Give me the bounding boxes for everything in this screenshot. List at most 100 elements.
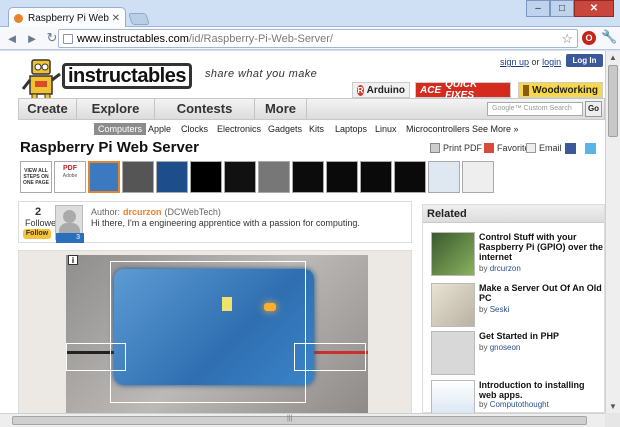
step-thumb-4[interactable] [224,161,256,193]
step-thumb-11[interactable] [462,161,494,193]
related-author: by drcurzon [479,264,521,273]
tagline: share what you make [205,68,318,80]
avatar[interactable]: 3 [55,205,84,243]
category-apple[interactable]: Apple [148,124,171,134]
minimize-button[interactable]: – [526,0,550,17]
email-label: Email [539,143,562,153]
step-thumb-10[interactable] [428,161,460,193]
address-bar[interactable]: www.instructables.com /id/Raspberry-Pi-W… [58,29,578,48]
category-computers[interactable]: Computers [94,123,147,135]
related-title[interactable]: Get Started in PHP [479,331,604,341]
image-note-box[interactable] [110,261,306,403]
category-clocks[interactable]: Clocks [181,124,208,134]
maximize-button[interactable]: □ [550,0,574,17]
step-thumb-intro[interactable] [88,161,120,193]
related-thumb[interactable] [431,380,475,413]
search-input[interactable]: Google™ Custom Search [487,102,583,116]
print-pdf-action[interactable]: Print PDF [430,143,482,153]
step-thumb-2[interactable] [156,161,188,193]
related-author: by Seski [479,305,510,314]
partner-arduino[interactable]: R Arduino [352,82,410,98]
related-heading: Related [423,205,604,223]
related-author: by Computothought [479,400,549,409]
twitter-share-icon[interactable] [585,143,599,154]
pdf-label: PDF [63,165,77,172]
horizontal-scroll-thumb[interactable] [12,416,587,425]
author-box: 2 Followers Follow 3 Author: drcurzon (DCW… [18,201,412,243]
nav-contests[interactable]: Contests [155,99,255,119]
scroll-grip-icon: ||| [287,415,293,422]
step-thumb-7[interactable] [326,161,358,193]
instructables-logo[interactable]: instructables [62,63,192,89]
category-kits[interactable]: Kits [309,124,324,134]
category-laptops[interactable]: Laptops [335,124,367,134]
step-thumb-9[interactable] [394,161,426,193]
step-thumb-8[interactable] [360,161,392,193]
browser-toolbar: ◄ ► ↻ www.instructables.com /id/Raspberr… [0,27,620,50]
close-tab-icon[interactable]: ✕ [112,13,120,24]
email-action[interactable]: Email [526,143,562,153]
nav-create[interactable]: Create [19,99,77,119]
partner-woodworking[interactable]: Woodworking [518,82,603,98]
follow-button[interactable]: Follow [23,229,51,239]
related-title[interactable]: Introduction to installing web apps. [479,380,604,400]
related-title[interactable]: Make a Server Out Of An Old PC [479,283,604,303]
facebook-share-icon[interactable] [565,143,579,154]
new-tab-button[interactable] [128,13,150,25]
facebook-login-button[interactable]: Log In [566,54,603,67]
back-arrow-icon[interactable]: ◄ [4,31,20,46]
step-thumb-3[interactable] [190,161,222,193]
forward-arrow-icon[interactable]: ► [24,31,40,46]
horizontal-scrollbar[interactable]: ||| [0,413,605,427]
wrench-menu-icon[interactable]: 🔧 [601,29,617,45]
scroll-up-arrow-icon[interactable]: ▲ [609,53,617,62]
woodworking-logo-icon [523,84,530,96]
url-path: /id/Raspberry-Pi-Web-Server/ [188,32,333,45]
favorite-action[interactable]: Favorite [484,143,530,153]
view-all-steps-button[interactable]: VIEW ALL STEPS ON ONE PAGE [20,161,52,193]
close-window-button[interactable]: ✕ [574,0,614,17]
category-electronics[interactable]: Electronics [217,124,261,134]
author-line: Author: drcurzon (DCWebTech) [91,207,221,217]
category-see-more[interactable]: See More » [472,124,519,134]
site-favicon-icon [14,13,23,23]
nav-more[interactable]: More [255,99,307,119]
image-info-button[interactable]: i [68,255,78,265]
related-title[interactable]: Control Stuff with your Raspberry Pi (GP… [479,232,604,262]
step-thumb-5[interactable] [258,161,290,193]
main-image[interactable]: i [66,255,368,413]
favorite-icon [484,143,494,153]
page-title: Raspberry Pi Web Server [20,139,199,156]
category-linux[interactable]: Linux [375,124,397,134]
nav-explore[interactable]: Explore [77,99,155,119]
bookmark-star-icon[interactable]: ☆ [561,31,573,47]
print-icon [430,143,440,153]
step-thumb-6[interactable] [292,161,324,193]
vertical-scroll-thumb[interactable] [608,65,618,137]
search-go-button[interactable]: Go [585,101,602,117]
signup-link[interactable]: sign up [500,57,529,67]
author-label: Author: [91,207,121,217]
related-thumb[interactable] [431,283,475,327]
followers-count: 2 Followers [25,206,64,228]
vertical-scrollbar[interactable]: ▲ ▼ [605,51,620,413]
partner-ace-quick-fixes[interactable]: ACE QUICK FIXES [415,79,511,101]
extension-icon[interactable]: O [582,31,596,45]
url-domain: www.instructables.com [77,32,189,45]
favorite-label: Favorite [497,143,530,153]
main-nav: Create Explore Contests More Google™ Cus… [18,98,605,120]
browser-tab[interactable]: Raspberry Pi Web Server ✕ [8,7,126,28]
step-thumb-1[interactable] [122,161,154,193]
category-gadgets[interactable]: Gadgets [268,124,302,134]
author-name-link[interactable]: drcurzon [123,207,162,217]
image-note-box[interactable] [66,343,126,371]
related-thumb[interactable] [431,232,475,276]
image-note-box[interactable] [294,343,366,371]
scroll-down-arrow-icon[interactable]: ▼ [609,402,617,411]
category-microcontrollers[interactable]: Microcontrollers [406,124,470,134]
pdf-download-thumb[interactable]: PDF Adobe [54,161,86,193]
or-text: or [531,57,540,67]
related-thumb[interactable] [431,331,475,375]
login-link[interactable]: login [542,57,561,67]
tab-title: Raspberry Pi Web Server [28,12,109,24]
